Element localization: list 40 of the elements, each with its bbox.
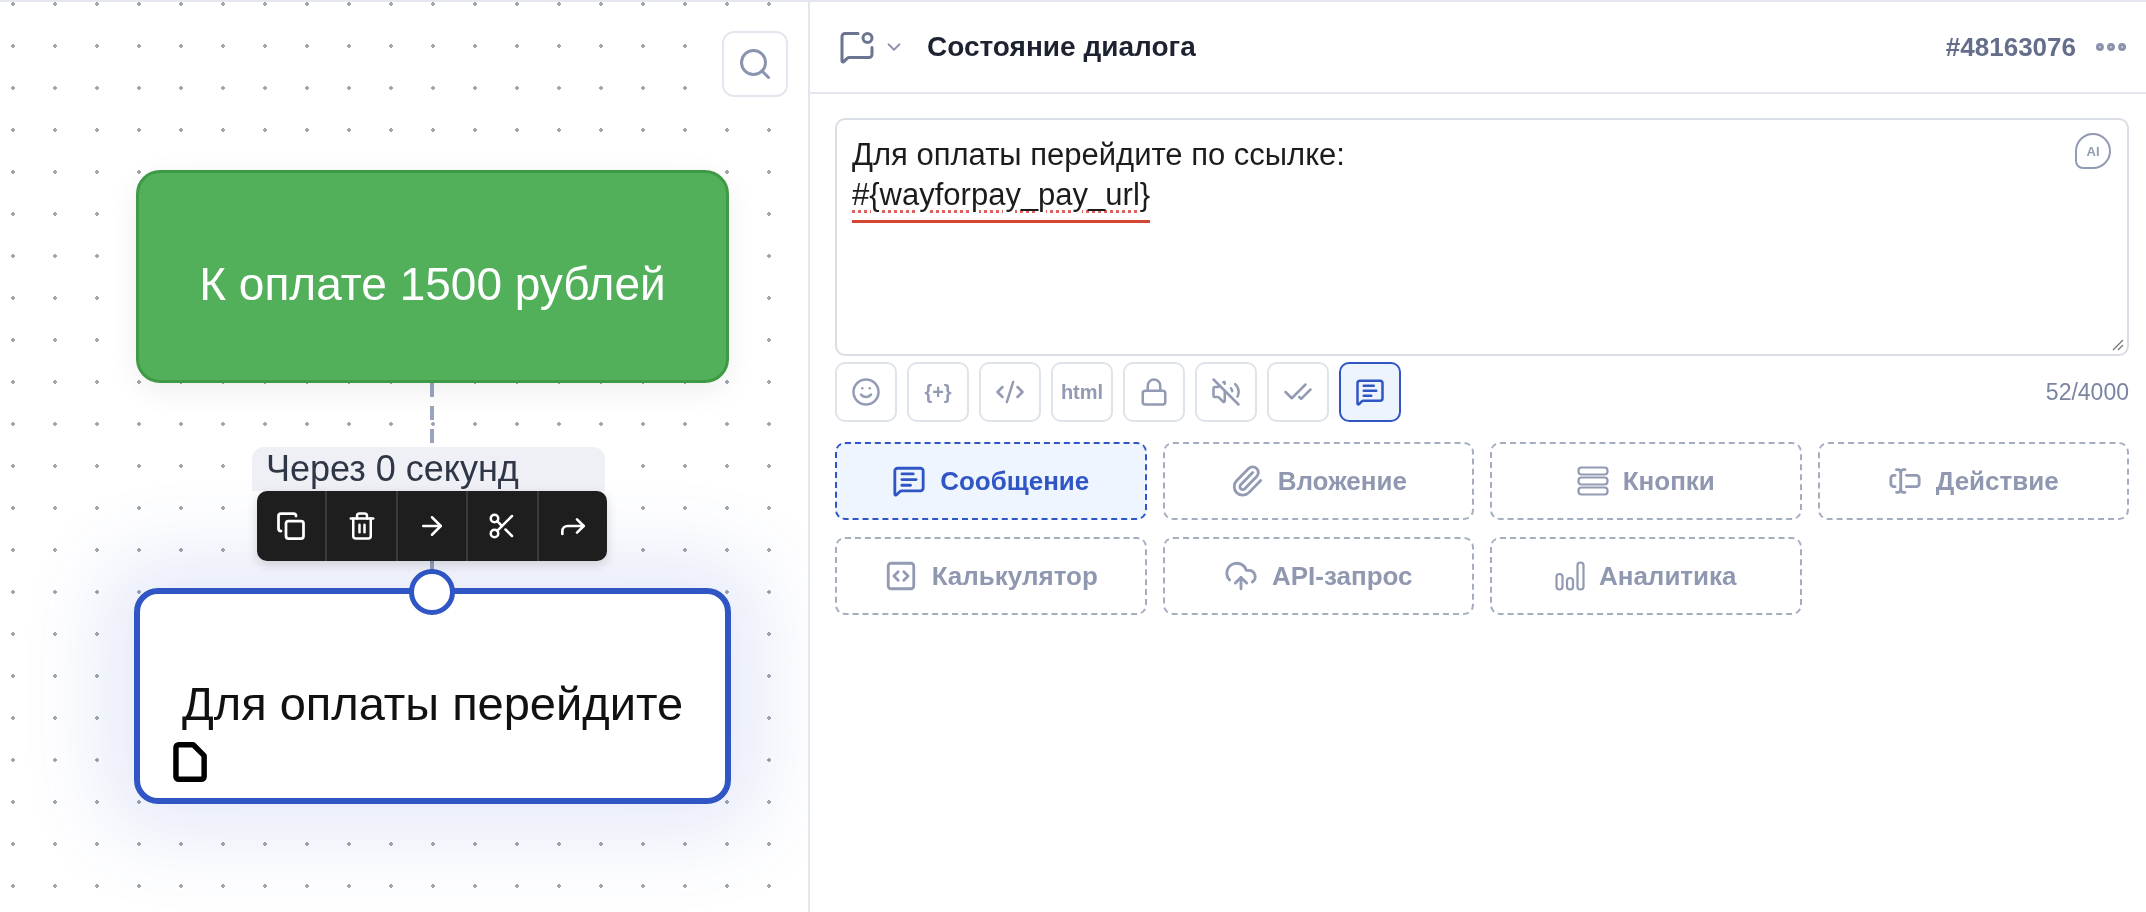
lock-button[interactable] — [1123, 362, 1185, 422]
message-field[interactable]: Для оплаты перейдите по ссылке: #{wayforpay_pay_url} AI — [835, 118, 2129, 356]
muted-speaker-icon — [1211, 377, 1241, 407]
connector-line — [428, 561, 436, 571]
dialog-title: Состояние диалога — [927, 31, 1196, 63]
block-type-button[interactable]: Калькулятор — [835, 537, 1147, 615]
dialog-id: #48163076 — [1945, 31, 2076, 63]
message-button[interactable] — [1339, 362, 1401, 422]
variable-button[interactable]: {+} — [907, 362, 969, 422]
chat-bubble-icon — [1355, 377, 1385, 407]
message-text: Для оплаты перейдите по ссылке: — [852, 136, 1345, 174]
node-text: К оплате 1500 рублей — [199, 256, 666, 312]
chat-bubble-icon — [892, 464, 927, 498]
smiley-icon — [851, 377, 881, 407]
file-icon — [172, 742, 209, 783]
cloud-upload-icon — [1223, 559, 1258, 593]
emoji-button[interactable] — [835, 362, 897, 422]
block-type-button[interactable]: Действие — [1817, 442, 2129, 520]
character-counter: 52/4000 — [2045, 378, 2129, 406]
search-icon — [737, 46, 773, 82]
ai-button[interactable]: AI — [2075, 133, 2111, 169]
read-receipt-button[interactable] — [1267, 362, 1329, 422]
copy-icon — [276, 511, 307, 541]
node-text: Для оплаты перейдите — [181, 676, 684, 732]
block-type-button[interactable]: Вложение — [1162, 442, 1474, 520]
mute-button[interactable] — [1195, 362, 1257, 422]
resize-grip-icon[interactable] — [2112, 339, 2124, 351]
bar-chart-icon — [1554, 561, 1585, 591]
message-text: #{wayforpay_pay_url} — [852, 176, 1151, 223]
block-type-button[interactable]: Сообщение — [835, 442, 1147, 520]
block-type-button[interactable]: Аналитика — [1490, 537, 1802, 615]
delay-label: Через 0 секунд — [252, 447, 605, 491]
block-type-button[interactable]: Кнопки — [1490, 442, 1802, 520]
block-type-button[interactable]: API-запрос — [1162, 537, 1474, 615]
code-button[interactable] — [979, 362, 1041, 422]
stacked-rows-icon — [1576, 466, 1609, 496]
search-button[interactable] — [722, 31, 788, 97]
chat-bubble-icon[interactable] — [839, 29, 875, 65]
html-button[interactable]: html — [1051, 362, 1113, 422]
lock-icon — [1139, 377, 1169, 407]
